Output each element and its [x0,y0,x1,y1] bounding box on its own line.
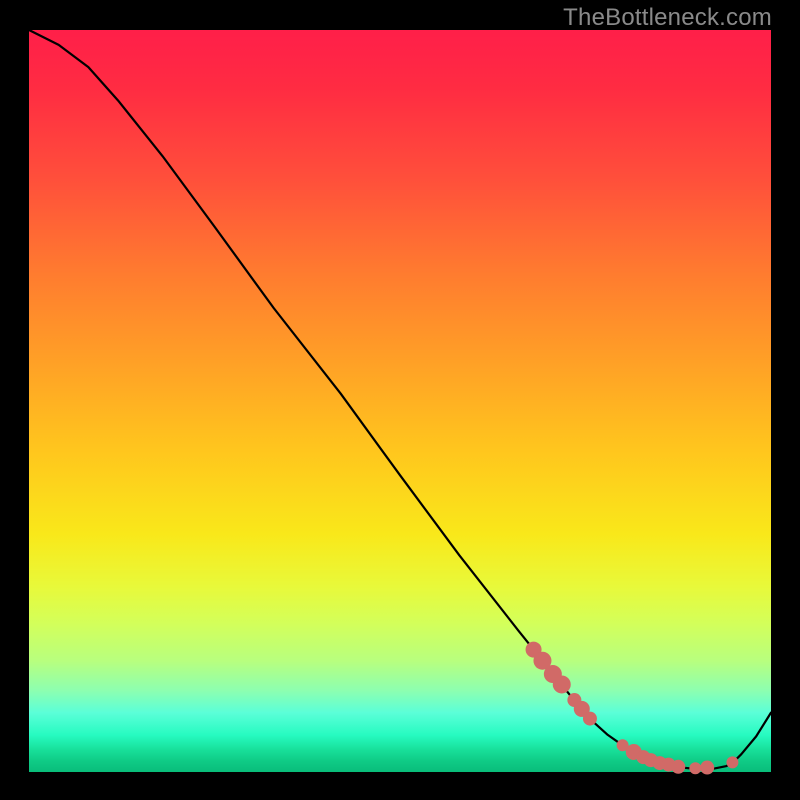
marker-dot [726,756,738,768]
marker-dot [671,760,685,774]
chart-stage: TheBottleneck.com [0,0,800,800]
watermark-text: TheBottleneck.com [563,4,772,32]
plot-area [29,30,771,772]
marker-dot [689,762,701,774]
marker-dots [526,642,739,775]
marker-dot [583,712,597,726]
marker-dot [700,761,714,775]
main-curve [29,30,771,769]
marker-dot [553,675,571,693]
chart-svg [29,30,771,772]
